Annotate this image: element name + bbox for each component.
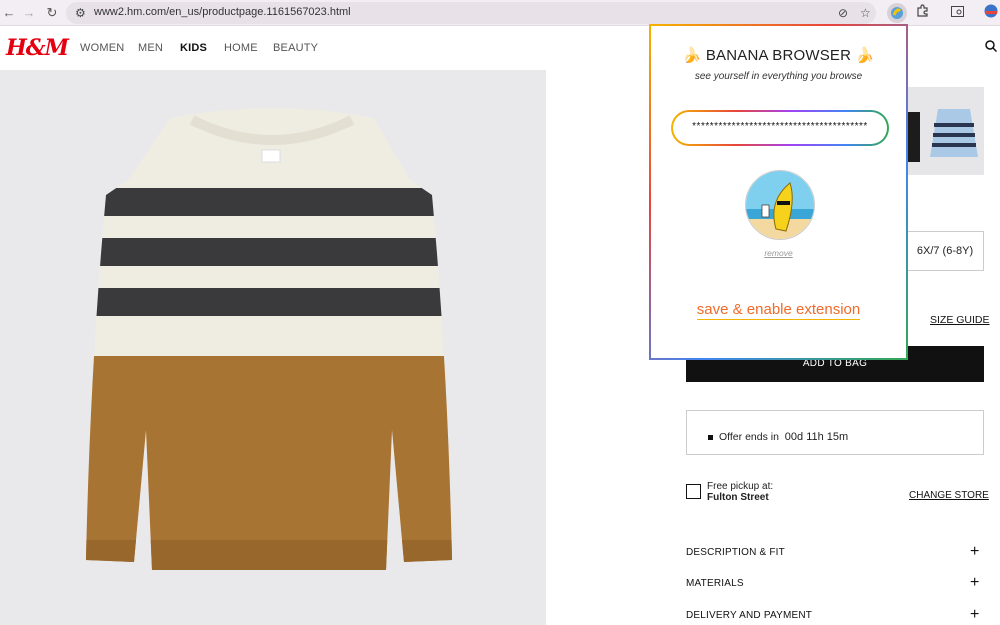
popup-title: 🍌 BANANA BROWSER 🍌 xyxy=(682,47,875,64)
password-field-border: **************************************** xyxy=(671,110,889,146)
avatar[interactable] xyxy=(745,170,815,240)
plus-icon[interactable]: + xyxy=(970,544,979,560)
offer-time: 00d 11h 15m xyxy=(784,431,849,443)
size-option[interactable]: 6X/7 (6-8Y) xyxy=(906,231,984,271)
reload-icon[interactable]: ↻ xyxy=(43,4,61,22)
plus-icon[interactable]: + xyxy=(970,575,979,591)
nav-women[interactable]: WOMEN xyxy=(80,42,124,54)
accordion-delivery[interactable]: DELIVERY AND PAYMENT xyxy=(686,610,812,621)
address-bar[interactable]: ⚙ www2.hm.com/en_us/productpage.11615670… xyxy=(66,2,876,24)
star-icon[interactable]: ☆ xyxy=(860,5,871,21)
tab-search-icon[interactable] xyxy=(948,4,966,22)
pickup-store: Fulton Street xyxy=(707,492,769,503)
forward-icon[interactable]: → xyxy=(20,4,38,22)
popup-subtitle: see yourself in everything you browse xyxy=(694,71,863,82)
size-guide-link[interactable]: SIZE GUIDE xyxy=(930,314,990,326)
pickup-checkbox[interactable] xyxy=(686,484,701,499)
save-enable-button[interactable]: save & enable extension xyxy=(651,301,906,320)
nav-kids[interactable]: KIDS xyxy=(180,42,207,54)
accordion-materials[interactable]: MATERIALS xyxy=(686,578,744,589)
url-text[interactable]: www2.hm.com/en_us/productpage.1161567023… xyxy=(94,6,351,18)
plus-icon[interactable]: + xyxy=(970,607,979,623)
product-image[interactable] xyxy=(0,70,546,625)
extension-banana-icon[interactable] xyxy=(887,3,907,23)
site-settings-icon[interactable]: ⚙ xyxy=(75,5,86,21)
square-bullet-icon xyxy=(708,434,713,440)
nav-home[interactable]: HOME xyxy=(224,42,258,54)
offer-box: Offer ends in 00d 11h 15m xyxy=(686,410,984,455)
pickup-label: Free pickup at: xyxy=(707,481,774,492)
browser-toolbar: ← → ↻ ⚙ www2.hm.com/en_us/productpage.11… xyxy=(0,0,1000,26)
offer-countdown: Offer ends in 00d 11h 15m xyxy=(708,431,848,443)
search-icon[interactable] xyxy=(985,40,998,55)
eye-slash-icon[interactable]: ⊘ xyxy=(838,5,848,21)
api-key-input[interactable]: **************************************** xyxy=(673,112,887,144)
banana-icon: 🍌 xyxy=(855,47,875,64)
puzzle-icon[interactable] xyxy=(913,4,931,22)
back-icon[interactable]: ← xyxy=(0,4,18,22)
accordion-description[interactable]: DESCRIPTION & FIT xyxy=(686,547,785,558)
nav-men[interactable]: MEN xyxy=(138,42,163,54)
change-store-link[interactable]: CHANGE STORE xyxy=(909,490,989,501)
remove-link[interactable]: remove xyxy=(651,248,906,258)
hm-logo[interactable]: H&M xyxy=(6,35,69,61)
thumbnail-blue-sweater[interactable] xyxy=(924,87,984,175)
profile-icon[interactable] xyxy=(982,4,1000,22)
banana-icon: 🍌 xyxy=(682,47,702,64)
offer-label: Offer ends in xyxy=(719,431,779,443)
nav-beauty[interactable]: BEAUTY xyxy=(273,42,318,54)
extension-popup: 🍌 BANANA BROWSER 🍌 see yourself in every… xyxy=(649,24,908,360)
